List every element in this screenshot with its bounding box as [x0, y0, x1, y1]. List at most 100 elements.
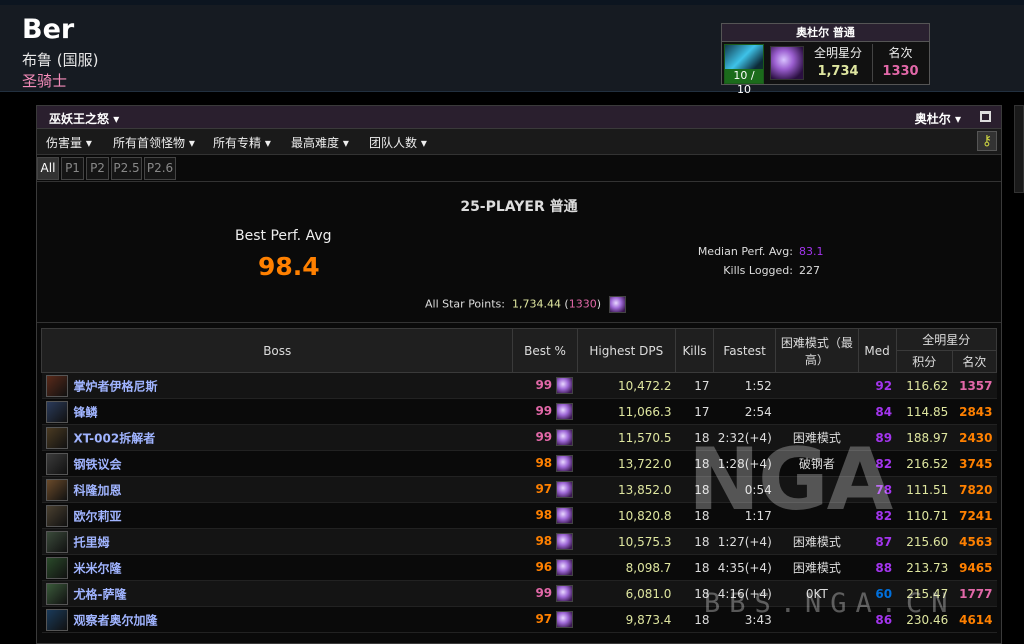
score-cell: 215.60	[896, 528, 953, 555]
boss-name[interactable]: 科隆加恩	[74, 483, 122, 497]
best-pct-cell: 99	[512, 580, 578, 607]
boss-name[interactable]: 钢铁议会	[74, 457, 122, 471]
tab-p2[interactable]: P2	[86, 157, 109, 180]
boss-portrait-icon	[45, 478, 68, 501]
character-header: Ber 布鲁 (国服) 圣骑士 奥杜尔 普通 10 / 10 全明星分 1,73…	[0, 0, 1024, 96]
character-class: 圣骑士	[22, 72, 68, 90]
best-pct-cell: 97	[512, 606, 578, 633]
boss-cell[interactable]: 观察者奥尔加隆	[41, 606, 513, 633]
col-header-score[interactable]: 积分	[895, 350, 953, 373]
zone-select[interactable]: 奥杜尔 ▾	[915, 110, 961, 127]
dps-cell: 8,098.7	[577, 554, 676, 581]
tab-p1[interactable]: P1	[61, 157, 84, 180]
table-row[interactable]: 米米尔隆 96 8,098.7 18 4:35(+4) 困难模式 88 213.73 9465	[41, 554, 997, 581]
best-perf-value: 98.4	[258, 252, 320, 281]
boss-cell[interactable]: 米米尔隆	[41, 554, 513, 581]
paladin-spec-icon	[608, 296, 626, 313]
expansion-label: 巫妖王之怒	[49, 112, 110, 126]
boss-name[interactable]: 观察者奥尔加隆	[74, 613, 158, 627]
boss-cell[interactable]: 尤格-萨隆	[41, 580, 513, 607]
zone-summary-title: 奥杜尔 普通	[722, 24, 929, 42]
chevron-down-icon: ▾	[113, 112, 120, 126]
boss-cell[interactable]: 钢铁议会	[41, 450, 513, 477]
rank-cell: 1357	[952, 372, 997, 399]
boss-portrait-icon	[45, 426, 68, 449]
filter-metric-label: 伤害量	[46, 136, 83, 150]
col-header-allstar: 全明星分	[895, 328, 998, 351]
character-name: Ber	[22, 14, 75, 45]
median-cell: 84	[858, 398, 897, 425]
zone-summary-box[interactable]: 奥杜尔 普通 10 / 10 全明星分 1,734 名次 1330	[721, 23, 930, 96]
key-icon[interactable]: ⚷	[977, 131, 997, 151]
zone-allstar-col: 全明星分 1,734	[810, 44, 866, 82]
boss-cell[interactable]: XT-002拆解者	[41, 424, 513, 451]
filter-raid-size[interactable]: 团队人数 ▾	[369, 134, 427, 151]
mode-cell	[775, 398, 858, 425]
filter-spec[interactable]: 所有专精 ▾	[213, 134, 271, 151]
dps-cell: 9,873.4	[577, 606, 676, 633]
boss-portrait-icon	[45, 556, 68, 579]
boss-name[interactable]: 欧尔莉亚	[74, 509, 122, 523]
boss-portrait-icon	[45, 504, 68, 527]
dps-cell: 10,575.3	[577, 528, 676, 555]
spec-icon	[556, 611, 574, 628]
tab-p2-5[interactable]: P2.5	[111, 157, 142, 180]
score-cell: 116.62	[896, 372, 953, 399]
col-header-best[interactable]: Best %	[512, 328, 578, 373]
difficulty-title: 25-PLAYER 普通	[460, 199, 578, 215]
boss-name[interactable]: 托里姆	[74, 535, 110, 549]
col-header-boss[interactable]: Boss	[40, 328, 514, 373]
rank-cell: 7820	[952, 476, 997, 503]
fastest-cell: 2:54	[713, 398, 776, 425]
best-pct-cell: 98	[512, 502, 578, 529]
col-header-fastest[interactable]: Fastest	[713, 328, 777, 373]
rank-cell: 1777	[952, 580, 997, 607]
boss-cell[interactable]: 掌炉者伊格尼斯	[41, 372, 513, 399]
boss-name[interactable]: XT-002拆解者	[74, 431, 156, 445]
col-header-rank[interactable]: 名次	[951, 350, 998, 373]
col-header-kills[interactable]: Kills	[674, 328, 715, 373]
spec-icon	[556, 533, 574, 550]
zone-allstar-value: 1,734	[817, 64, 859, 79]
boss-cell[interactable]: 欧尔莉亚	[41, 502, 513, 529]
best-pct-value: 97	[535, 612, 553, 626]
boss-name[interactable]: 锋鳞	[74, 405, 98, 419]
score-cell: 213.73	[896, 554, 953, 581]
allstar-points-row: All Star Points: 1,734.44 (1330)	[425, 296, 626, 313]
maximize-icon[interactable]	[980, 111, 991, 122]
expansion-select[interactable]: 巫妖王之怒 ▾	[49, 110, 119, 127]
zone-allstar-label: 全明星分	[813, 46, 862, 60]
col-header-med[interactable]: Med	[857, 328, 897, 373]
table-row[interactable]: 掌炉者伊格尼斯 99 10,472.2 17 1:52 92 116.62 1357	[41, 372, 997, 399]
col-header-mode[interactable]: 困难模式（最高）	[775, 328, 859, 373]
spec-icon	[556, 559, 574, 576]
panel-header: 巫妖王之怒 ▾ 奥杜尔 ▾	[37, 106, 1001, 129]
kills-cell: 18	[675, 528, 714, 555]
boss-name[interactable]: 尤格-萨隆	[74, 587, 127, 601]
table-row[interactable]: 锋鳞 99 11,066.3 17 2:54 84 114.85 2843	[41, 398, 997, 425]
chevron-down-icon: ▾	[954, 112, 961, 126]
boss-cell[interactable]: 锋鳞	[41, 398, 513, 425]
boss-name[interactable]: 掌炉者伊格尼斯	[74, 379, 158, 393]
zone-progress: 10 / 10	[725, 69, 763, 96]
boss-portrait-icon	[45, 452, 68, 475]
kills-cell: 18	[675, 554, 714, 581]
best-pct-value: 96	[535, 560, 553, 574]
performance-summary: 25-PLAYER 普通 Best Perf. Avg 98.4 Median …	[37, 183, 1001, 323]
boss-name[interactable]: 米米尔隆	[74, 561, 122, 575]
boss-cell[interactable]: 科隆加恩	[41, 476, 513, 503]
median-perf-label: Median Perf. Avg:	[697, 245, 793, 258]
rank-cell: 9465	[952, 554, 997, 581]
filter-difficulty[interactable]: 最高难度 ▾	[291, 134, 349, 151]
best-pct-cell: 99	[512, 398, 578, 425]
col-header-dps[interactable]: Highest DPS	[576, 328, 676, 373]
tab-p2-6[interactable]: P2.6	[144, 157, 176, 180]
boss-cell[interactable]: 托里姆	[41, 528, 513, 555]
score-cell: 188.97	[896, 424, 953, 451]
ulduar-icon: 10 / 10	[724, 44, 764, 96]
tab-all[interactable]: All	[37, 157, 59, 180]
boss-portrait-icon	[45, 582, 68, 605]
filter-metric[interactable]: 伤害量 ▾	[46, 134, 92, 151]
table-row[interactable]: 托里姆 98 10,575.3 18 1:27(+4) 困难模式 87 215.60 4563	[41, 528, 997, 555]
filter-bosses[interactable]: 所有首领怪物 ▾	[113, 134, 195, 151]
